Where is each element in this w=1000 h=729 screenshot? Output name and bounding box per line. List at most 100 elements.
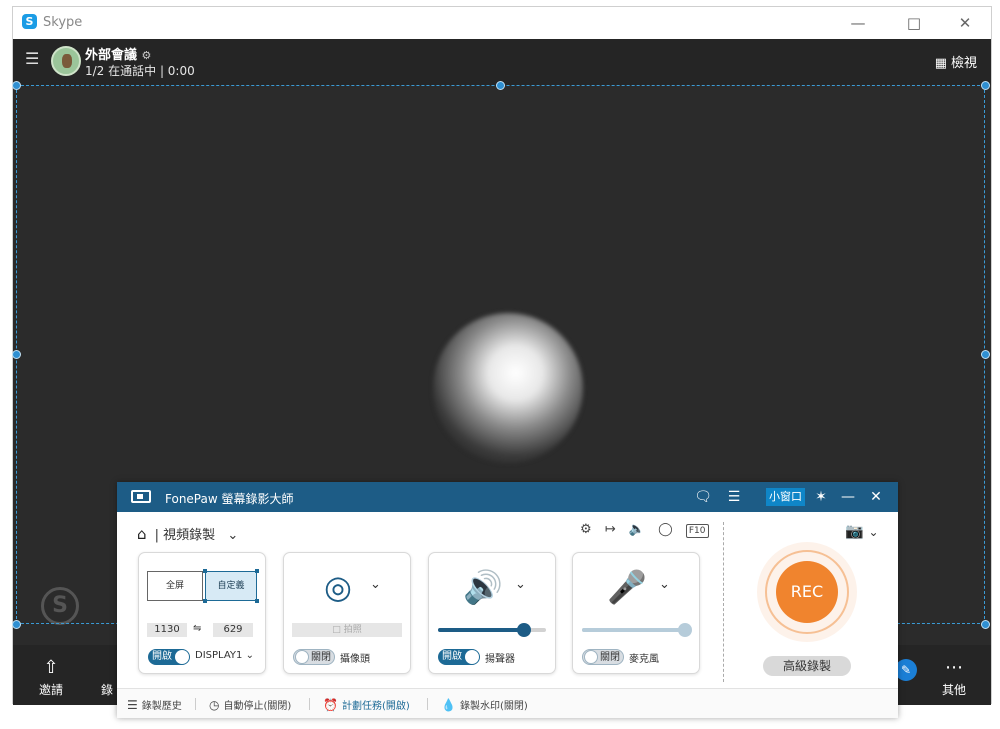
skype-titlebar: S Skype — □ ✕ bbox=[13, 7, 991, 39]
mic-volume-thumb[interactable] bbox=[677, 623, 692, 637]
speaker-toggle[interactable]: 開啟 bbox=[438, 649, 480, 665]
list-icon: ☰ bbox=[127, 698, 138, 712]
minimize-button[interactable]: — bbox=[843, 12, 873, 34]
more-label: 其他 bbox=[941, 683, 966, 697]
call-status: 1/2 在通話中 | 0:00 bbox=[85, 64, 195, 78]
sound-icon[interactable]: 🔈 bbox=[629, 522, 645, 537]
hotkey-icon[interactable]: F10 bbox=[685, 524, 709, 538]
invite-button[interactable]: ⇧ 邀請 bbox=[21, 655, 81, 698]
snapshot-label: 拍照 bbox=[343, 625, 362, 635]
auto-stop-label: 自動停止(關閉) bbox=[223, 701, 292, 712]
schedule-link[interactable]: ⏰ 計劃任務(開啟) bbox=[323, 697, 410, 712]
app-title: FonePaw 螢幕錄影大師 bbox=[165, 492, 294, 506]
custom-area-option[interactable]: 自定義 bbox=[205, 571, 257, 601]
display-select[interactable]: DISPLAY1 ⌄ bbox=[195, 650, 254, 661]
tool-icons: ⚙ ↦ 🔈 ◯ F10 bbox=[580, 522, 718, 538]
gear-icon[interactable]: ⚙ bbox=[142, 49, 152, 62]
call-name[interactable]: 外部會議 ⚙ bbox=[85, 44, 151, 63]
close-button[interactable]: ✕ bbox=[867, 487, 885, 507]
webcam-card: ◎ ⌄ □ 拍照 關閉 攝像頭 bbox=[283, 552, 411, 674]
grid-icon: ▦ bbox=[934, 56, 947, 71]
speaker-icon[interactable]: 🔊 bbox=[463, 567, 503, 607]
speaker-toggle-label: 開啟 bbox=[442, 651, 462, 662]
height-input[interactable]: 629 bbox=[213, 623, 253, 637]
advanced-record-button[interactable]: 高級錄製 bbox=[763, 656, 851, 676]
minimize-button[interactable]: — bbox=[839, 487, 857, 507]
pen-icon[interactable]: ✎ bbox=[895, 659, 917, 681]
chat-icon[interactable]: 🗨 bbox=[693, 487, 713, 507]
maximize-button[interactable]: □ bbox=[899, 12, 929, 34]
more-button[interactable]: ⋯ 其他 bbox=[924, 655, 984, 698]
menu-icon[interactable]: ☰ bbox=[25, 51, 39, 67]
pin-icon[interactable]: ✶ bbox=[812, 487, 830, 507]
screen-toggle[interactable]: 開啟 bbox=[148, 649, 190, 665]
resize-handle-bottom-right[interactable] bbox=[981, 620, 990, 629]
chevron-down-icon[interactable]: ⌄ bbox=[515, 577, 526, 592]
mode-selector[interactable]: ⌂ | 視頻錄製 ⌄ bbox=[137, 524, 238, 543]
resize-handle-right[interactable] bbox=[981, 350, 990, 359]
mic-toggle[interactable]: 關閉 bbox=[582, 649, 624, 665]
settings-icon[interactable]: ⚙ bbox=[580, 522, 592, 537]
webcam-off-icon[interactable]: ◎ bbox=[318, 567, 358, 607]
divider bbox=[723, 522, 724, 682]
screen-card: 全屏 自定義 1130 ⇋ 629 開啟 DISPLAY1 ⌄ bbox=[138, 552, 266, 674]
microphone-off-icon[interactable]: 🎤 bbox=[607, 567, 647, 607]
fonepaw-footer: ☰ 錄製歷史 ◷ 自動停止(關閉) ⏰ 計劃任務(開啟) 💧 錄製水印(關閉) bbox=[117, 688, 898, 718]
invite-label: 邀請 bbox=[38, 683, 63, 697]
more-icon: ⋯ bbox=[945, 657, 963, 678]
display-label: DISPLAY1 bbox=[195, 650, 243, 661]
resize-handle-bottom-left[interactable] bbox=[12, 620, 21, 629]
call-name-label: 外部會議 bbox=[85, 48, 138, 63]
speaker-card: 🔊 ⌄ 開啟 揚聲器 bbox=[428, 552, 556, 674]
width-input[interactable]: 1130 bbox=[147, 623, 187, 637]
resize-handle-top-right[interactable] bbox=[981, 81, 990, 90]
avatar[interactable] bbox=[51, 46, 81, 76]
share-icon: ⇧ bbox=[43, 657, 59, 678]
mouse-icon[interactable]: ◯ bbox=[658, 522, 673, 537]
close-button[interactable]: ✕ bbox=[950, 12, 980, 34]
history-label: 錄製歷史 bbox=[141, 701, 182, 712]
skype-logo-icon: S bbox=[22, 14, 37, 29]
export-icon[interactable]: ↦ bbox=[605, 522, 616, 537]
screenshot-button[interactable]: 📷 ⌄ bbox=[845, 522, 879, 540]
fonepaw-titlebar: FonePaw 螢幕錄影大師 🗨 ☰ 小窗口 ✶ — ✕ bbox=[117, 482, 898, 512]
fonepaw-window: FonePaw 螢幕錄影大師 🗨 ☰ 小窗口 ✶ — ✕ ⌂ | 視頻錄製 ⌄ … bbox=[117, 482, 898, 718]
alarm-icon: ⏰ bbox=[323, 698, 338, 712]
corner-marker bbox=[203, 569, 207, 573]
webcam-label: 攝像頭 bbox=[340, 654, 370, 665]
link-icon[interactable]: ⇋ bbox=[193, 623, 201, 634]
mic-volume-slider[interactable] bbox=[582, 623, 692, 637]
chevron-down-icon[interactable]: ⌄ bbox=[227, 528, 238, 543]
full-screen-option[interactable]: 全屏 bbox=[147, 571, 203, 601]
auto-stop-link[interactable]: ◷ 自動停止(關閉) bbox=[209, 697, 291, 712]
screen-toggle-label: 開啟 bbox=[152, 651, 172, 662]
watermark-link[interactable]: 💧 錄製水印(關閉) bbox=[441, 697, 528, 712]
history-link[interactable]: ☰ 錄製歷史 bbox=[127, 697, 182, 712]
chevron-down-icon[interactable]: ⌄ bbox=[370, 577, 381, 592]
webcam-toggle[interactable]: 關閉 bbox=[293, 649, 335, 665]
speaker-volume-fill bbox=[438, 628, 525, 632]
camera-icon: 📷 bbox=[845, 522, 864, 540]
chevron-down-icon[interactable]: ⌄ bbox=[659, 577, 670, 592]
snapshot-button[interactable]: □ 拍照 bbox=[292, 623, 402, 637]
menu-icon[interactable]: ☰ bbox=[724, 487, 744, 507]
corner-marker bbox=[255, 599, 259, 603]
resize-handle-top-left[interactable] bbox=[12, 81, 21, 90]
home-icon[interactable]: ⌂ bbox=[137, 525, 147, 543]
speaker-label: 揚聲器 bbox=[485, 654, 515, 665]
call-header: ☰ 外部會議 ⚙ 1/2 在通話中 | 0:00 ▦ 檢視 bbox=[13, 39, 991, 85]
resize-handle-top[interactable] bbox=[496, 81, 505, 90]
record-button[interactable]: 錄 bbox=[95, 655, 119, 698]
window-title: Skype bbox=[43, 15, 83, 30]
resize-handle-left[interactable] bbox=[12, 350, 21, 359]
speaker-volume-thumb[interactable] bbox=[517, 623, 532, 637]
view-button[interactable]: ▦ 檢視 bbox=[935, 52, 977, 71]
clock-icon: ◷ bbox=[209, 698, 220, 712]
schedule-label: 計劃任務(開啟) bbox=[341, 701, 410, 712]
mic-volume-fill bbox=[582, 628, 685, 632]
rec-button[interactable]: REC bbox=[776, 561, 838, 623]
microphone-card: 🎤 ⌄ 關閉 麥克風 bbox=[572, 552, 700, 674]
record-label: 錄 bbox=[100, 683, 113, 697]
speaker-volume-slider[interactable] bbox=[438, 623, 546, 637]
mini-window-button[interactable]: 小窗口 bbox=[766, 488, 805, 506]
